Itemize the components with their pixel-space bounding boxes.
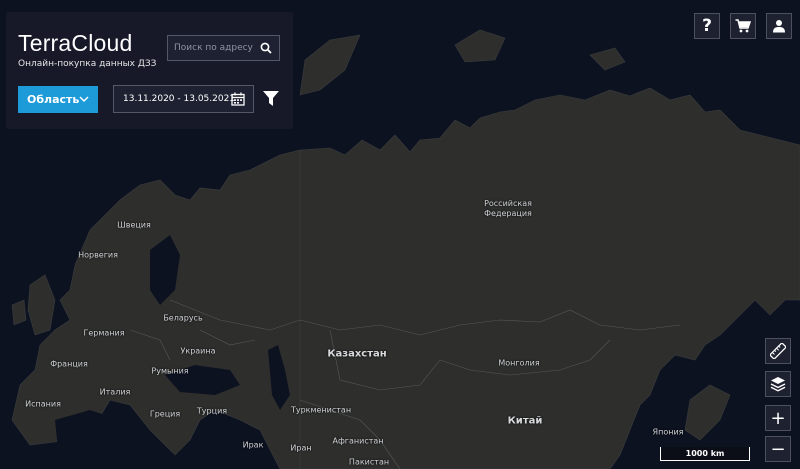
map-label-russia: Российская Федерация [484, 199, 532, 218]
region-dropdown-label: Область [27, 93, 80, 106]
search-box[interactable] [167, 35, 280, 61]
map-label-sweden: Швеция [117, 220, 151, 230]
minus-icon: − [770, 438, 786, 460]
search-input[interactable] [174, 41, 258, 55]
scale-bar: 1000 km [660, 447, 750, 461]
plus-icon: + [770, 407, 786, 429]
help-button[interactable]: ? [694, 13, 720, 39]
chevron-down-icon [79, 96, 89, 103]
date-range-value: 13.11.2020 - 13.05.2021 [123, 94, 236, 104]
filter-button[interactable] [262, 90, 282, 110]
filter-icon [263, 91, 279, 106]
map-label-italy: Италия [99, 387, 131, 397]
map-label-mongolia: Монголия [498, 358, 540, 368]
map-label-france: Франция [50, 359, 88, 369]
map-label-kazakhstan: Казахстан [327, 348, 387, 360]
map-label-afghanistan: Афганистан [332, 436, 384, 446]
layers-icon [770, 377, 786, 392]
map-label-japan: Япония [652, 427, 684, 437]
map-label-romania: Румыния [151, 366, 189, 376]
zoom-out-button[interactable]: − [765, 436, 791, 462]
map-label-belarus: Беларусь [163, 313, 203, 323]
help-icon: ? [702, 16, 712, 36]
cart-button[interactable] [730, 13, 756, 39]
app-logo[interactable]: TerraCloud [18, 30, 133, 57]
user-button[interactable] [766, 13, 792, 39]
ruler-button[interactable] [765, 338, 791, 364]
map-label-pakistan: Пакистан [348, 457, 390, 467]
map-label-greece: Греция [149, 409, 181, 419]
cart-icon [735, 19, 751, 33]
layers-button[interactable] [765, 371, 791, 397]
date-range-picker[interactable]: 13.11.2020 - 13.05.2021 [113, 85, 254, 113]
map-label-turkey: Турция [196, 406, 228, 416]
calendar-icon[interactable] [231, 92, 245, 106]
map-label-germany: Германия [83, 328, 125, 338]
region-dropdown-button[interactable]: Область [18, 86, 98, 113]
map-label-spain: Испания [25, 399, 61, 409]
map-label-ukraine: Украина [180, 346, 216, 356]
scale-label: 1000 km [685, 449, 725, 458]
zoom-in-button[interactable]: + [765, 405, 791, 431]
map-label-iraq: Ирак [242, 440, 264, 450]
map-label-turkmenistan: Туркменистан [290, 405, 352, 415]
control-panel: TerraCloud Онлайн-покупка данных ДЗЗ Обл… [6, 12, 293, 129]
map-label-iran: Иран [290, 443, 312, 453]
search-icon[interactable] [260, 42, 272, 54]
map-label-norway: Норвегия [78, 250, 118, 260]
user-icon [773, 20, 785, 33]
ruler-icon [770, 343, 786, 359]
app-subtitle: Онлайн-покупка данных ДЗЗ [18, 59, 157, 69]
map-label-china: Китай [507, 415, 543, 427]
